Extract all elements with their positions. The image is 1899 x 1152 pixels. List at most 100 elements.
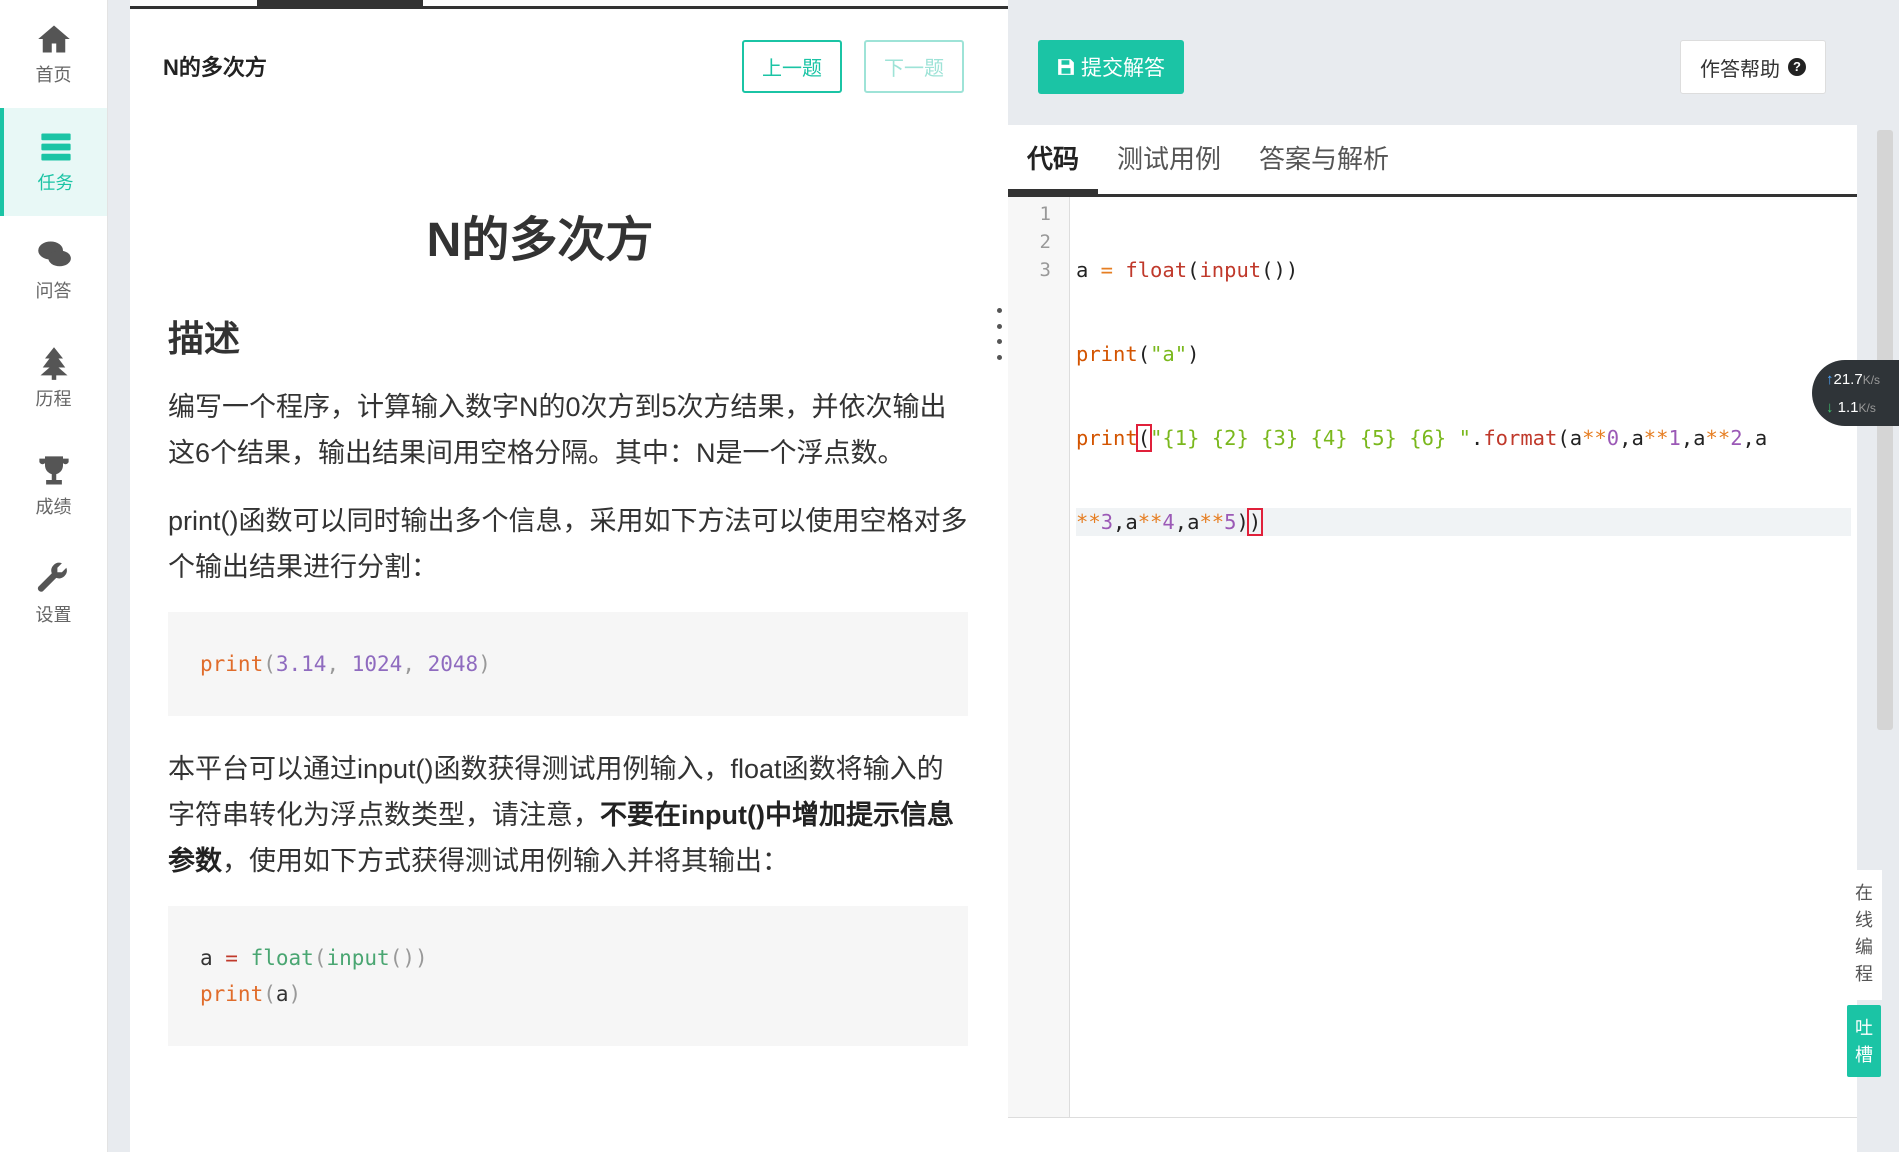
nav-label-scores: 成绩 (35, 497, 72, 517)
wrench-icon (37, 562, 67, 592)
speed-unit: K/s (1858, 401, 1876, 415)
editor-tabs: 代码 测试用例 答案与解析 (1008, 125, 1857, 197)
code-token: ) (1236, 510, 1249, 534)
chat-icon (37, 241, 71, 267)
nav-label-history: 历程 (35, 389, 72, 409)
upload-speed-value: 21.7 (1833, 371, 1863, 388)
code-token: print (1076, 342, 1138, 366)
panel-resize-handle[interactable] (997, 308, 1003, 360)
save-icon (1058, 59, 1074, 75)
tag-char: 吐 (1855, 1018, 1873, 1038)
code-token: ** (1137, 510, 1163, 534)
code-token: format (1483, 426, 1558, 450)
code-token: 2 (1730, 426, 1743, 450)
editor-status-bar (1008, 1117, 1857, 1152)
submit-answer-button[interactable]: 提交解答 (1038, 40, 1184, 94)
tag-char: 线 (1855, 910, 1873, 930)
answer-help-button[interactable]: 作答帮助 ? (1680, 40, 1826, 94)
code-line: a = float(input()) (1076, 256, 1851, 284)
code-token: a (200, 946, 213, 970)
code-token: float (250, 946, 314, 970)
editor-toolbar: 提交解答 作答帮助 ? (1008, 9, 1857, 125)
active-tab-indicator (257, 0, 423, 9)
code-token: 5 (1224, 510, 1237, 534)
nav-item-qa[interactable]: 问答 (0, 216, 107, 324)
download-speed: ↓ 1.1K/s (1826, 394, 1899, 422)
code-token: 1 (1668, 426, 1681, 450)
code-token: a (1754, 426, 1768, 450)
code-token: ** (1582, 426, 1607, 450)
code-token: a (1631, 426, 1644, 450)
line-number: 3 (1039, 259, 1051, 281)
matched-bracket: ( (1135, 424, 1153, 452)
code-token: ()) (1261, 258, 1299, 282)
problem-header-title: N的多次方 (163, 55, 267, 80)
code-token: 3 (1100, 510, 1114, 534)
nav-item-tasks[interactable]: 任务 (0, 108, 107, 216)
submit-answer-label: 提交解答 (1081, 57, 1165, 80)
code-token: ()) (389, 946, 428, 970)
code-token: 2048 (427, 652, 479, 676)
tag-char: 在 (1855, 883, 1873, 903)
code-token: ** (1199, 510, 1225, 534)
nav-item-settings[interactable]: 设置 (0, 540, 107, 648)
code-token: ) (288, 982, 302, 1006)
code-token: print (1076, 426, 1138, 450)
code-example-2: a = float(input()) print(a) (168, 906, 968, 1046)
code-token: ( (263, 982, 276, 1006)
tab-answer-analysis[interactable]: 答案与解析 (1240, 125, 1408, 194)
arrow-down-icon: ↓ (1826, 399, 1834, 416)
problem-panel: N的多次方 上一题 下一题 N的多次方 描述 编写一个程序，计算输入数字N的0次… (130, 0, 1008, 1152)
arrow-up-icon: ↑ (1826, 371, 1834, 388)
nav-item-scores[interactable]: 成绩 (0, 432, 107, 540)
tab-code[interactable]: 代码 (1008, 125, 1099, 194)
code-content[interactable]: a = float(input()) print("a") print("{1}… (1070, 197, 1857, 1117)
code-token: , (1113, 510, 1126, 534)
online-coding-tag[interactable]: 在 线 编 程 (1846, 870, 1882, 1000)
code-token: 0 (1606, 426, 1620, 450)
line-number-gutter: 1 2 3 (1008, 197, 1070, 1117)
tag-char: 编 (1855, 937, 1873, 957)
line-number: 1 (1039, 203, 1051, 225)
code-token: = (212, 946, 251, 970)
code-example-1: print(3.14, 1024, 2048) (168, 612, 968, 716)
code-token: 1024 (351, 652, 403, 676)
code-token: a (1187, 510, 1200, 534)
code-token: ( (263, 652, 276, 676)
code-token: ( (1137, 342, 1151, 366)
problem-description: 描述 编写一个程序，计算输入数字N的0次方到5次方结果，并依次输出这6个结果，输… (168, 310, 968, 1076)
code-token: , (402, 652, 428, 676)
code-editor[interactable]: 1 2 3 a = float(input()) print("a") prin… (1008, 197, 1857, 1117)
code-token: ( (1187, 258, 1200, 282)
nav-label-tasks: 任务 (37, 173, 74, 193)
code-token: "{1} {2} {3} {4} {5} {6} " (1150, 426, 1471, 450)
next-question-button[interactable]: 下一题 (864, 40, 964, 93)
trophy-icon (38, 456, 69, 485)
code-token: ** (1076, 510, 1101, 534)
description-para-2: print()函数可以同时输出多个信息，采用如下方法可以使用空格对多个输出结果进… (168, 506, 968, 582)
code-token: ** (1643, 426, 1669, 450)
code-token: . (1470, 426, 1484, 450)
nav-item-history[interactable]: 历程 (0, 324, 107, 432)
prev-question-button[interactable]: 上一题 (742, 40, 842, 93)
code-token: , (1742, 426, 1755, 450)
question-icon: ? (1788, 58, 1806, 76)
editor-panel: 提交解答 作答帮助 ? 代码 测试用例 答案与解析 1 2 3 a = floa… (1008, 0, 1857, 1152)
page-scrollbar[interactable] (1877, 130, 1893, 730)
tag-char: 槽 (1855, 1045, 1873, 1065)
code-token: , (1680, 426, 1694, 450)
description-heading: 描述 (168, 318, 241, 359)
description-para-1: 编写一个程序，计算输入数字N的0次方到5次方结果，并依次输出这6个结果，输出结果… (168, 392, 947, 468)
home-icon (37, 25, 70, 53)
description-para-3: 本平台可以通过input()函数获得测试用例输入，float函数将输入的字符串转… (168, 746, 968, 884)
tab-test-cases[interactable]: 测试用例 (1098, 125, 1240, 194)
code-token: ) (1187, 342, 1200, 366)
feedback-tag[interactable]: 吐 槽 (1847, 1005, 1881, 1077)
answer-help-label: 作答帮助 (1700, 58, 1780, 81)
upload-speed: ↑21.7K/s (1826, 366, 1899, 394)
left-nav: 首页 任务 问答 历程 成绩 设置 (0, 0, 108, 1152)
para3-text-b: ，使用如下方式获得测试用例输入并将其输出： (222, 846, 789, 876)
code-token: 3.14 (275, 652, 327, 676)
code-token: 4 (1162, 510, 1175, 534)
nav-item-home[interactable]: 首页 (0, 0, 107, 108)
